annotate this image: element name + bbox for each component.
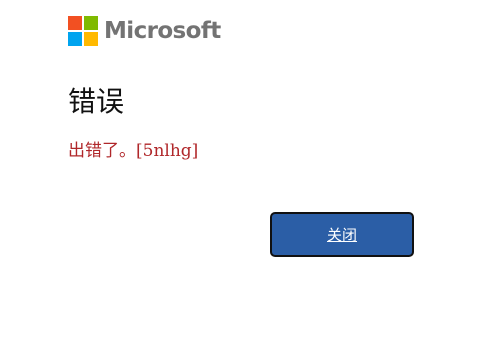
logo-square-green xyxy=(84,16,98,30)
logo-square-red xyxy=(68,16,82,30)
microsoft-logo-icon xyxy=(68,16,98,46)
brand-name: Microsoft xyxy=(104,17,221,44)
error-message: 出错了。[5nlhg] xyxy=(68,141,199,161)
close-button[interactable]: 关闭 xyxy=(270,212,414,257)
logo-square-yellow xyxy=(84,32,98,46)
microsoft-logo: Microsoft xyxy=(68,15,221,47)
page-title: 错误 xyxy=(68,85,125,118)
logo-square-blue xyxy=(68,32,82,46)
